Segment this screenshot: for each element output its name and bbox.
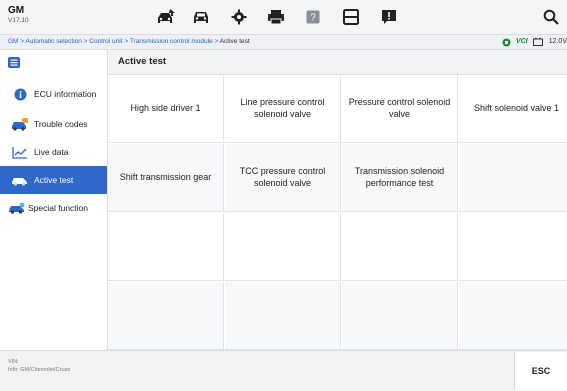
page-title: Active test xyxy=(108,50,567,75)
sidebar: ECU information Trouble codes Live data … xyxy=(0,50,108,350)
save-icon[interactable] xyxy=(340,7,362,27)
test-item[interactable]: Shift solenoid valve 1 xyxy=(459,75,567,143)
car-function-icon xyxy=(8,201,26,215)
esc-button[interactable]: ESC xyxy=(514,352,567,390)
sidebar-item-label: Live data xyxy=(34,147,69,157)
battery-voltage: 12.0V xyxy=(548,38,567,45)
sidebar-item-label: Active test xyxy=(34,175,74,185)
vci-connected-icon xyxy=(502,38,511,46)
search-icon[interactable] xyxy=(540,7,562,27)
sidebar-item-label: Trouble codes xyxy=(34,119,88,129)
test-item[interactable]: Pressure control solenoid valve xyxy=(342,75,458,143)
breadcrumb-bar: GM > Automatic selection > Control unit … xyxy=(0,35,567,50)
empty-cell xyxy=(225,282,341,350)
vin-label: VIN: xyxy=(8,359,19,365)
sidebar-item-trouble-codes[interactable]: Trouble codes xyxy=(0,110,107,138)
print-icon[interactable] xyxy=(265,7,287,27)
car-test-icon xyxy=(11,173,29,187)
line-graph-icon xyxy=(11,145,29,159)
svg-text:?: ? xyxy=(310,13,316,24)
footer-bar: VIN: Info: GM/Chevrolet/Cruze ESC xyxy=(0,350,567,391)
empty-cell xyxy=(108,282,224,350)
sidebar-item-live-data[interactable]: Live data xyxy=(0,138,107,166)
sidebar-item-label: ECU information xyxy=(34,89,97,99)
message-icon[interactable] xyxy=(378,7,400,27)
sidebar-item-ecu-information[interactable]: ECU information xyxy=(0,80,107,108)
battery-icon xyxy=(532,38,543,46)
empty-cell xyxy=(459,282,567,350)
empty-cell xyxy=(108,213,224,281)
car-fault-icon xyxy=(11,117,29,131)
vci-label: VCI xyxy=(516,38,528,45)
empty-cell xyxy=(342,213,458,281)
empty-cell xyxy=(459,213,567,281)
help-icon[interactable]: ? xyxy=(302,7,324,27)
sidebar-item-label: Special function xyxy=(28,203,89,213)
test-item[interactable]: Line pressure control solenoid valve xyxy=(225,75,341,143)
empty-cell xyxy=(225,213,341,281)
main-panel: Active test High side driver 1 Line pres… xyxy=(108,50,567,350)
top-toolbar: GM V17.10 ? xyxy=(0,0,567,35)
info-icon xyxy=(11,87,29,101)
sidebar-item-special-function[interactable]: Special function xyxy=(0,194,107,222)
vehicle-make: GM xyxy=(8,5,25,16)
home-car-icon[interactable] xyxy=(155,7,177,27)
vehicle-info-text: Info: GM/Chevrolet/Cruze xyxy=(8,366,71,373)
brand-block: GM V17.10 xyxy=(8,6,29,25)
breadcrumb[interactable]: GM > Automatic selection > Control unit … xyxy=(8,35,250,49)
breadcrumb-current: Active test xyxy=(219,38,250,45)
test-item[interactable]: Transmission solenoid performance test xyxy=(342,144,458,212)
breadcrumb-path[interactable]: GM > Automatic selection > Control unit … xyxy=(8,38,220,45)
software-version: V17.10 xyxy=(8,17,29,24)
vehicle-icon[interactable] xyxy=(190,7,212,27)
sidebar-item-active-test[interactable]: Active test xyxy=(0,166,107,194)
settings-gear-icon[interactable] xyxy=(228,7,250,27)
test-item[interactable]: TCC pressure control solenoid valve xyxy=(225,144,341,212)
empty-cell xyxy=(342,282,458,350)
test-item[interactable]: Shift transmission gear xyxy=(108,144,224,212)
connection-status: VCI 12.0V xyxy=(502,35,567,49)
empty-cell xyxy=(459,144,567,212)
menu-collapse-icon[interactable] xyxy=(7,55,21,69)
vehicle-info: VIN: Info: GM/Chevrolet/Cruze xyxy=(8,359,70,374)
test-item[interactable]: High side driver 1 xyxy=(108,75,224,143)
